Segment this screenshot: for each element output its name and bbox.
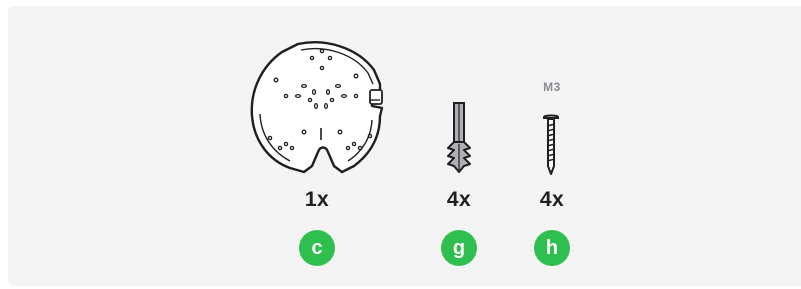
screw-quantity: 4x	[539, 188, 565, 211]
screw-size-label: M3	[543, 80, 561, 94]
wall-anchor-letter-badge: g	[441, 230, 477, 266]
mounting-plate-quantity: 1x	[304, 188, 330, 211]
parts-panel: M3 1x 4x 4x c g h	[8, 6, 801, 286]
mounting-plate-letter-badge: c	[299, 230, 335, 266]
wall-anchor-quantity: 4x	[446, 188, 472, 211]
mounting-plate-icon	[250, 41, 384, 174]
wall-anchor-icon	[447, 102, 471, 173]
screw-letter-badge: h	[534, 230, 570, 266]
screw-icon	[543, 114, 559, 175]
